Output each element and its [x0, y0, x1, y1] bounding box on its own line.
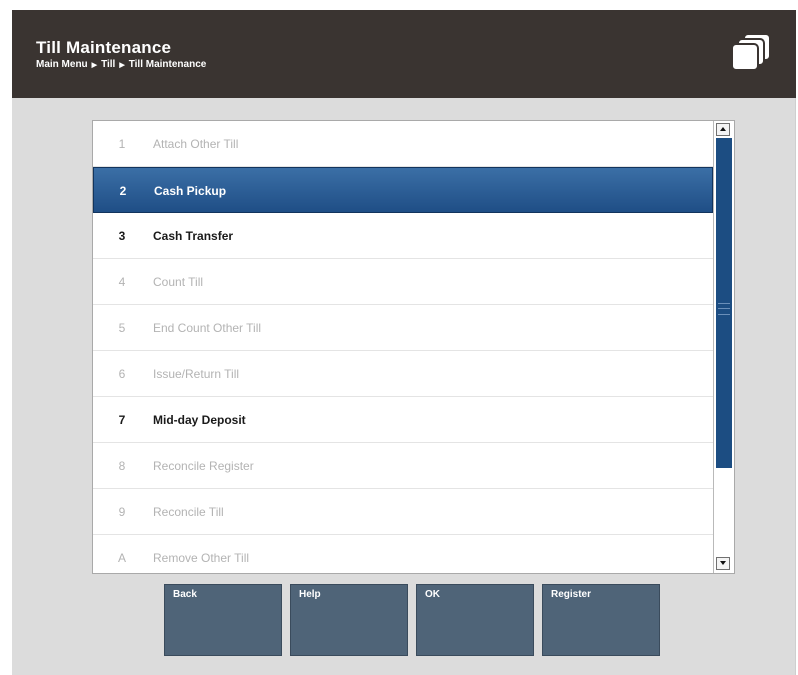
scroll-up-arrow-icon[interactable]	[716, 123, 730, 136]
menu-item-label: Reconcile Register	[153, 459, 254, 473]
menu-item-remove-other-till: A Remove Other Till	[93, 535, 713, 573]
breadcrumb-item-till-maintenance: Till Maintenance	[128, 59, 207, 70]
scroll-down-arrow-icon[interactable]	[716, 557, 730, 570]
back-button[interactable]: Back	[164, 584, 282, 656]
ok-button[interactable]: OK	[416, 584, 534, 656]
menu-item-end-count-other-till: 5 End Count Other Till	[93, 305, 713, 351]
breadcrumb-item-till: Till	[101, 59, 116, 70]
menu-item-mid-day-deposit[interactable]: 7 Mid-day Deposit	[93, 397, 713, 443]
menu-item-number: A	[117, 551, 126, 565]
menu-item-number: 4	[118, 275, 126, 289]
menu-item-number: 7	[118, 413, 126, 427]
menu-item-number: 9	[118, 505, 126, 519]
menu-item-cash-transfer[interactable]: 3 Cash Transfer	[93, 213, 713, 259]
stacked-windows-icon	[731, 33, 771, 71]
menu-item-number: 8	[118, 459, 126, 473]
menu-item-number: 2	[119, 184, 127, 198]
menu-item-number: 5	[118, 321, 126, 335]
vertical-scrollbar[interactable]	[713, 121, 734, 573]
header-bar: Till Maintenance Main Menu ▶ Till ▶ Till…	[12, 10, 796, 98]
scrollbar-thumb[interactable]	[716, 138, 732, 468]
menu-item-label: Mid-day Deposit	[153, 413, 246, 427]
menu-item-label: Reconcile Till	[153, 505, 224, 519]
menu-item-number: 1	[118, 137, 126, 151]
menu-item-label: Cash Pickup	[154, 184, 227, 198]
menu-item-label: End Count Other Till	[153, 321, 262, 335]
menu-item-cash-pickup[interactable]: 2 Cash Pickup	[93, 167, 713, 213]
help-button[interactable]: Help	[290, 584, 408, 656]
app-frame: Till Maintenance Main Menu ▶ Till ▶ Till…	[12, 10, 796, 675]
register-button[interactable]: Register	[542, 584, 660, 656]
menu-item-attach-other-till: 1 Attach Other Till	[93, 121, 713, 167]
menu-item-label: Count Till	[153, 275, 204, 289]
menu-item-number: 3	[118, 229, 126, 243]
menu-item-label: Cash Transfer	[153, 229, 234, 243]
menu-item-label: Remove Other Till	[153, 551, 250, 565]
menu-item-reconcile-register: 8 Reconcile Register	[93, 443, 713, 489]
breadcrumb: Main Menu ▶ Till ▶ Till Maintenance	[36, 59, 206, 70]
menu-item-count-till: 4 Count Till	[93, 259, 713, 305]
menu-item-issue-return-till: 6 Issue/Return Till	[93, 351, 713, 397]
breadcrumb-separator-icon: ▶	[119, 61, 125, 69]
menu-item-label: Attach Other Till	[153, 137, 239, 151]
page-title: Till Maintenance	[36, 38, 172, 57]
scrollbar-grip-icon	[718, 303, 730, 315]
menu-item-reconcile-till: 9 Reconcile Till	[93, 489, 713, 535]
menu-list-panel: 1 Attach Other Till 2 Cash Pickup 3 Cash…	[92, 120, 735, 574]
menu-item-number: 6	[118, 367, 126, 381]
menu-list: 1 Attach Other Till 2 Cash Pickup 3 Cash…	[93, 121, 713, 573]
breadcrumb-separator-icon: ▶	[91, 61, 98, 69]
breadcrumb-item-main-menu: Main Menu	[36, 59, 88, 70]
menu-item-label: Issue/Return Till	[153, 367, 240, 381]
action-button-bar: Back Help OK Register	[164, 584, 664, 656]
